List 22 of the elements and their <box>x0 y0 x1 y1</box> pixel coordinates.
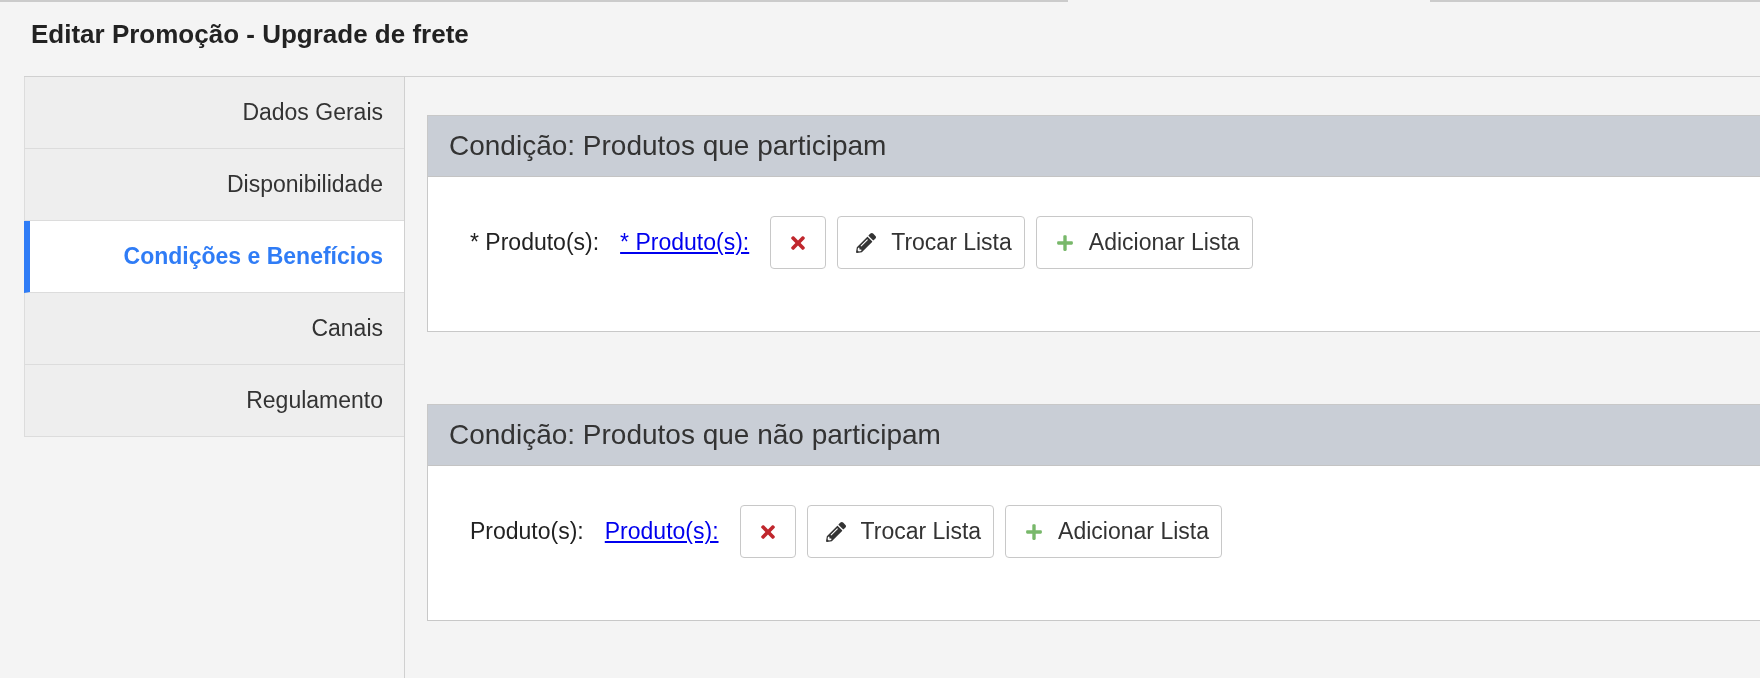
sidebar-tab[interactable]: Regulamento <box>24 365 404 437</box>
replace-list-button[interactable]: Trocar Lista <box>806 505 995 558</box>
panel-title: Condição: Produtos que participam <box>449 129 887 163</box>
panel-title: Condição: Produtos que não participam <box>449 418 941 452</box>
product-list-link[interactable]: Produto(s): <box>604 514 719 549</box>
plus-icon <box>1055 233 1074 252</box>
pencil-icon <box>856 232 877 253</box>
replace-list-button[interactable]: Trocar Lista <box>837 216 1025 269</box>
remove-button[interactable] <box>739 505 796 558</box>
plus-icon <box>1025 522 1044 541</box>
sidebar-tab[interactable]: Dados Gerais <box>24 77 404 149</box>
sidebar-tab[interactable]: Condições e Benefícios <box>24 221 404 293</box>
field-label: Produto(s): <box>470 517 584 547</box>
add-list-button[interactable]: Adicionar Lista <box>1035 216 1253 269</box>
add-list-button[interactable]: Adicionar Lista <box>1005 505 1222 558</box>
remove-button[interactable] <box>770 216 827 269</box>
sidebar-tab[interactable]: Disponibilidade <box>24 149 404 221</box>
sidebar-tab[interactable]: Canais <box>24 293 404 365</box>
product-list-link[interactable]: * Produto(s): <box>620 225 750 260</box>
page-title: Editar Promoção - Upgrade de frete <box>31 18 469 50</box>
pencil-icon <box>825 521 846 542</box>
field-label: * Produto(s): <box>470 228 600 258</box>
